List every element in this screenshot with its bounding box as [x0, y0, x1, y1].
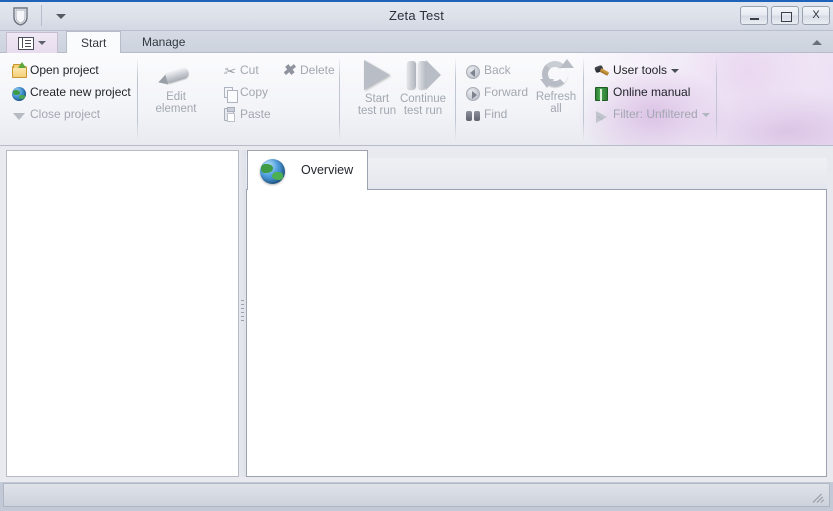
folder-open-icon	[10, 62, 27, 79]
arrow-left-circle-icon	[464, 63, 480, 79]
ribbon-item-paste: Paste	[218, 105, 271, 124]
ribbon-big-label: Continue	[399, 93, 447, 105]
minimize-button[interactable]	[740, 6, 768, 25]
pencil-icon	[155, 61, 197, 89]
ribbon-big-refresh-all: Refresh all	[525, 59, 587, 115]
continue-icon	[402, 59, 444, 91]
ribbon-big-continue-test-run: Continue test run	[392, 59, 454, 117]
ribbon-item-open-project[interactable]: Open project	[8, 61, 99, 80]
group-separator	[339, 57, 340, 141]
play-icon	[357, 59, 397, 91]
delete-x-icon: ✖	[282, 62, 295, 79]
ribbon-item-delete: ✖ Delete	[278, 61, 335, 80]
tab-start[interactable]: Start	[66, 31, 122, 54]
ribbon-item-label: User tools	[613, 63, 668, 77]
binoculars-icon	[464, 107, 480, 123]
ribbon-item-label: Forward	[484, 85, 529, 99]
ribbon-item-label: Copy	[240, 85, 269, 99]
tab-content-overview[interactable]	[246, 190, 827, 477]
group-separator	[583, 57, 584, 141]
ribbon-item-label: Back	[484, 63, 511, 77]
tab-manage[interactable]: Manage	[128, 31, 199, 53]
ribbon-big-edit-element: Edit element	[145, 61, 207, 115]
group-separator	[455, 57, 456, 141]
ribbon-item-label: Filter: Unfiltered	[613, 107, 698, 121]
ribbon-tab-strip: Start Manage	[0, 31, 833, 54]
ribbon-collapse-chevron-icon[interactable]	[809, 34, 825, 50]
ribbon-big-label: Refresh	[535, 91, 577, 103]
ribbon-item-label: Create new project	[30, 85, 131, 99]
ribbon-item-label: Cut	[240, 63, 259, 77]
book-icon	[593, 85, 609, 101]
right-content-pane: Overview	[246, 150, 827, 477]
splitter-grip-icon	[241, 300, 244, 328]
tab-host: Overview	[246, 150, 827, 477]
ribbon: Open project Create new project Close pr…	[0, 53, 833, 146]
ribbon-item-find: Find	[462, 105, 507, 124]
ribbon-item-user-tools[interactable]: User tools	[591, 61, 680, 80]
funnel-icon	[593, 107, 609, 123]
status-bar	[3, 483, 830, 507]
group-separator	[716, 57, 717, 141]
window-title: Zeta Test	[388, 8, 445, 23]
chevron-down-icon[interactable]	[671, 68, 680, 73]
maximize-button[interactable]	[771, 6, 799, 25]
application-menu-button[interactable]	[6, 32, 58, 53]
ribbon-big-label-2: all	[550, 103, 562, 115]
chevron-down-icon	[38, 41, 46, 45]
tab-label: Overview	[301, 163, 354, 177]
group-separator	[137, 57, 138, 141]
application-window: Zeta Test X Start Manage Open project Cr…	[0, 0, 833, 511]
ribbon-item-close-project: Close project	[8, 105, 100, 124]
ribbon-item-label: Online manual	[613, 85, 691, 99]
hammer-icon	[593, 63, 609, 79]
ribbon-item-filter: Filter: Unfiltered	[591, 105, 710, 124]
ribbon-item-label: Open project	[30, 63, 99, 77]
copy-icon	[220, 85, 238, 103]
chevron-down-icon	[701, 112, 710, 117]
ribbon-big-label: Start	[364, 93, 390, 105]
ribbon-item-label: Close project	[30, 107, 101, 121]
paste-icon	[220, 107, 236, 123]
title-bar: Zeta Test X	[0, 0, 833, 31]
refresh-icon	[536, 59, 576, 89]
menu-panel-icon	[18, 37, 34, 50]
ribbon-item-label: Delete	[300, 63, 335, 77]
ribbon-item-cut: ✂ Cut	[218, 61, 259, 80]
caret-down-icon	[10, 107, 26, 123]
ribbon-big-label: Edit element	[155, 91, 197, 115]
globe-icon	[10, 85, 26, 101]
arrow-right-circle-icon	[464, 85, 480, 101]
close-button[interactable]: X	[802, 6, 830, 25]
ribbon-item-label: Paste	[240, 107, 271, 121]
ribbon-item-forward: Forward	[462, 83, 528, 102]
scissors-icon: ✂	[223, 63, 235, 79]
ribbon-item-create-new-project[interactable]: Create new project	[8, 83, 131, 102]
ribbon-big-label-2: test run	[403, 105, 443, 117]
tab-overview[interactable]: Overview	[247, 150, 368, 191]
resize-grip-icon[interactable]	[812, 490, 826, 504]
globe-icon	[260, 159, 285, 184]
ribbon-item-back: Back	[462, 61, 511, 80]
ribbon-item-copy: Copy	[218, 83, 269, 103]
left-tree-pane[interactable]	[6, 150, 239, 477]
ribbon-item-label: Find	[484, 107, 508, 121]
main-body: Overview	[0, 146, 833, 482]
pane-splitter[interactable]	[239, 150, 246, 477]
ribbon-item-online-manual[interactable]: Online manual	[591, 83, 690, 102]
